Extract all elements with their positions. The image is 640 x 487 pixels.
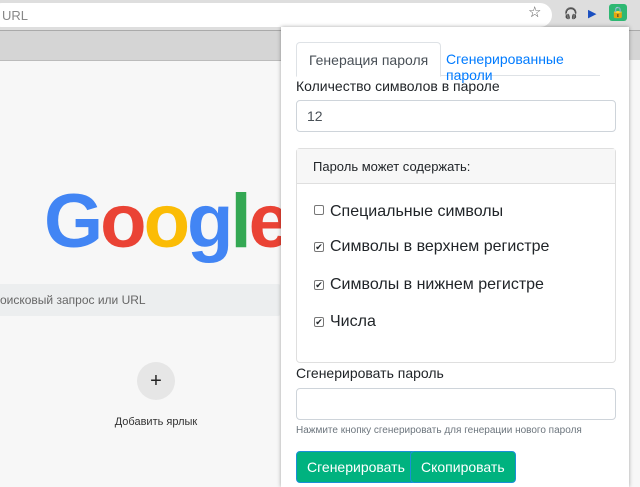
scrollbar[interactable] xyxy=(629,60,640,480)
checkbox-checked[interactable]: ✔ xyxy=(314,280,324,290)
options-title: Пароль может содержать: xyxy=(297,149,615,184)
search-placeholder: оисковый запрос или URL xyxy=(0,293,146,307)
password-generator-extension-icon[interactable]: 🔒 xyxy=(609,4,627,21)
help-text: Нажмите кнопку сгенерировать для генерац… xyxy=(296,425,582,436)
option-special[interactable]: Специальные символы xyxy=(314,203,503,221)
option-numbers[interactable]: ✔ Числа xyxy=(314,313,376,331)
option-uppercase[interactable]: ✔ Символы в верхнем регистре xyxy=(314,238,549,256)
url-text: URL xyxy=(2,8,29,23)
length-input[interactable]: 12 xyxy=(296,100,616,132)
copy-button[interactable]: Скопировать xyxy=(410,451,516,483)
generated-label: Сгенерировать пароль xyxy=(296,365,444,381)
tab-bar: Генерация пароля Сгенерированные пароли xyxy=(296,42,600,83)
address-bar[interactable]: URL xyxy=(0,3,552,27)
media-extension-icon[interactable]: ▶ xyxy=(588,7,596,20)
extension-popup: Генерация пароля Сгенерированные пароли … xyxy=(281,27,629,487)
tab-generate[interactable]: Генерация пароля xyxy=(296,42,442,77)
add-shortcut-button[interactable]: + xyxy=(137,362,175,400)
search-input[interactable]: оисковый запрос или URL xyxy=(0,284,280,316)
google-logo: Google xyxy=(44,179,291,264)
checkbox[interactable] xyxy=(314,205,324,215)
tab-generated-passwords[interactable]: Сгенерированные пароли xyxy=(434,42,600,83)
generated-password-input[interactable] xyxy=(296,388,616,420)
generate-button[interactable]: Сгенерировать xyxy=(296,451,416,483)
checkbox-checked[interactable]: ✔ xyxy=(314,242,324,252)
bookmark-star-icon[interactable]: ☆ xyxy=(528,3,541,21)
checkbox-checked[interactable]: ✔ xyxy=(314,317,324,327)
headphones-extension-icon[interactable]: 🎧 xyxy=(564,7,578,20)
add-shortcut-label[interactable]: Добавить ярлык xyxy=(110,416,202,428)
length-label: Количество символов в пароле xyxy=(296,78,500,94)
options-card: Пароль может содержать: Специальные симв… xyxy=(296,148,616,363)
browser-toolbar: URL ☆ 🎧 ▶ 🔒 xyxy=(0,0,640,30)
option-lowercase[interactable]: ✔ Символы в нижнем регистре xyxy=(314,276,544,294)
